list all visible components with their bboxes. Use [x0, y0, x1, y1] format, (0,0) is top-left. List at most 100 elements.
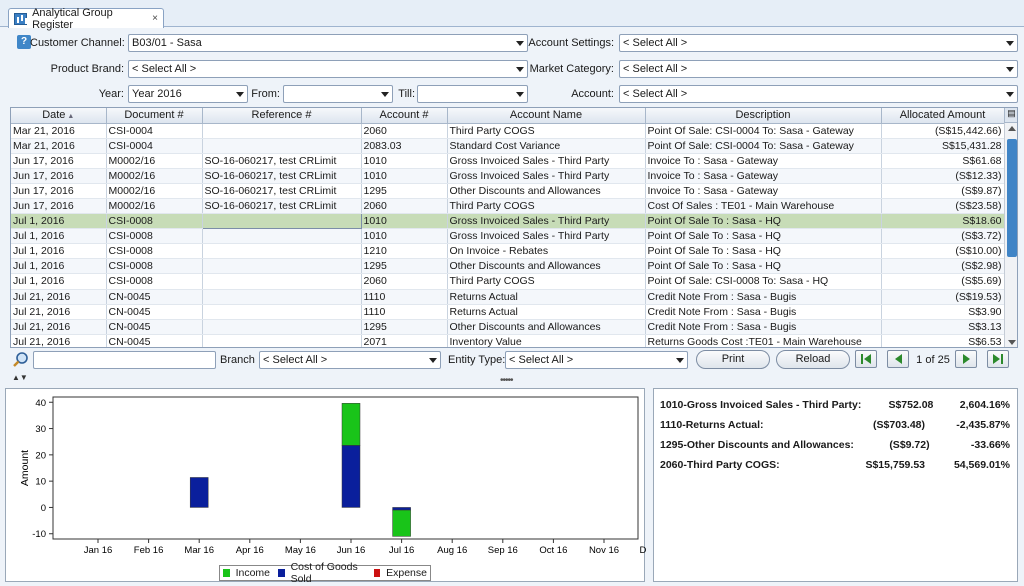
table-cell[interactable]: CN-0045	[106, 289, 203, 305]
reload-button[interactable]: Reload	[776, 350, 850, 369]
table-cell[interactable]: S$15,431.28	[881, 138, 1005, 154]
table-cell[interactable]	[202, 243, 362, 260]
branch-select[interactable]: < Select All >	[259, 351, 441, 369]
table-cell[interactable]: S$3.13	[881, 319, 1005, 335]
table-cell[interactable]	[201, 213, 362, 230]
table-cell[interactable]: Credit Note From : Sasa - Bugis	[645, 304, 882, 320]
table-cell[interactable]: (S$15,442.66)	[881, 123, 1005, 139]
table-cell[interactable]: 2071	[361, 334, 448, 347]
table-cell[interactable]: (S$9.87)	[881, 183, 1005, 199]
table-cell[interactable]: S$61.68	[881, 153, 1005, 169]
previous-page-button[interactable]	[887, 350, 909, 368]
table-cell[interactable]: Invoice To : Sasa - Gateway	[645, 183, 882, 199]
table-cell[interactable]: Gross Invoiced Sales - Third Party	[447, 168, 646, 184]
table-cell[interactable]: SO-16-060217, test CRLimit	[202, 198, 362, 215]
table-row[interactable]: Jul 1, 2016 CSI-0008 1210 On Invoice - Reba…	[11, 243, 1005, 260]
table-cell[interactable]	[202, 334, 362, 347]
table-cell[interactable]: Other Discounts and Allowances	[447, 319, 646, 335]
table-cell[interactable]: 2083.03	[361, 138, 448, 154]
table-cell[interactable]: Cost Of Sales : TE01 - Main Warehouse	[645, 198, 882, 215]
table-cell[interactable]: Returns Actual	[447, 304, 646, 320]
table-cell[interactable]: 1010	[361, 153, 448, 169]
table-cell[interactable]: Credit Note From : Sasa - Bugis	[645, 319, 882, 335]
column-header[interactable]: Account Name	[447, 108, 646, 124]
table-cell[interactable]: (S$10.00)	[881, 243, 1005, 260]
table-cell[interactable]: Point Of Sale To : Sasa - HQ	[645, 213, 882, 230]
table-cell[interactable]: CSI-0008	[106, 228, 203, 245]
column-header[interactable]: Document #	[106, 108, 203, 124]
table-cell[interactable]	[202, 319, 362, 335]
table-row[interactable]: Mar 21, 2016 CSI-0004 2060 Third Party COGS…	[11, 123, 1005, 139]
table-cell[interactable]: Mar 21, 2016	[11, 123, 107, 139]
table-cell[interactable]: Inventory Value	[447, 334, 646, 347]
table-cell[interactable]: (S$3.72)	[881, 228, 1005, 245]
table-row[interactable]: Jul 21, 2016 CN-0045 1295 Other Discounts a…	[11, 319, 1005, 335]
table-cell[interactable]: (S$19.53)	[881, 289, 1005, 305]
table-cell[interactable]: Jul 1, 2016	[11, 258, 107, 275]
table-cell[interactable]: Jul 1, 2016	[11, 213, 107, 230]
account-settings-select[interactable]: < Select All >	[619, 34, 1018, 52]
table-cell[interactable]: S$6.53	[881, 334, 1005, 347]
table-cell[interactable]: Invoice To : Sasa - Gateway	[645, 153, 882, 169]
table-cell[interactable]: 1295	[361, 183, 448, 199]
table-row[interactable]: Mar 21, 2016 CSI-0004 2083.03 Standard Cost…	[11, 138, 1005, 154]
entity-type-select[interactable]: < Select All >	[505, 351, 688, 369]
table-row[interactable]: Jul 21, 2016 CN-0045 1110 Returns Actual Cre…	[11, 304, 1005, 320]
table-cell[interactable]: M0002/16	[106, 153, 203, 169]
table-row[interactable]: Jul 1, 2016 CSI-0008 1010 Gross Invoiced Sa…	[11, 213, 1005, 230]
market-category-select[interactable]: < Select All >	[619, 60, 1018, 78]
table-cell[interactable]: Third Party COGS	[447, 123, 646, 139]
table-cell[interactable]: Jul 1, 2016	[11, 273, 107, 290]
search-icon[interactable]	[12, 351, 30, 369]
first-page-button[interactable]	[855, 350, 877, 368]
table-cell[interactable]	[202, 289, 362, 305]
table-cell[interactable]: (S$5.69)	[881, 273, 1005, 290]
table-cell[interactable]: CN-0045	[106, 304, 203, 320]
table-row[interactable]: Jul 21, 2016 CN-0045 1110 Returns Actual Cre…	[11, 289, 1005, 305]
column-header[interactable]: Description	[645, 108, 882, 124]
table-cell[interactable]: 2060	[361, 273, 448, 290]
table-cell[interactable]	[202, 304, 362, 320]
table-cell[interactable]: 2060	[361, 123, 448, 139]
table-cell[interactable]: SO-16-060217, test CRLimit	[202, 183, 362, 199]
column-header[interactable]: Date ▲	[11, 108, 107, 124]
table-cell[interactable]: Invoice To : Sasa - Gateway	[645, 168, 882, 184]
table-cell[interactable]: Mar 21, 2016	[11, 138, 107, 154]
table-cell[interactable]: Returns Actual	[447, 289, 646, 305]
scroll-up-icon[interactable]	[1008, 126, 1016, 131]
splitter-grip-icon[interactable]: •••••	[500, 375, 513, 386]
table-cell[interactable]: Jul 1, 2016	[11, 228, 107, 245]
column-header[interactable]: Reference #	[202, 108, 362, 124]
table-row[interactable]: Jun 17, 2016 M0002/16 SO-16-060217, test C…	[11, 153, 1005, 169]
table-cell[interactable]: Credit Note From : Sasa - Bugis	[645, 289, 882, 305]
table-cell[interactable]: Point Of Sale: CSI-0008 To: Sasa - HQ	[645, 273, 882, 290]
table-cell[interactable]: Jul 21, 2016	[11, 334, 107, 347]
table-cell[interactable]: 1210	[361, 243, 448, 260]
table-cell[interactable]: (S$12.33)	[881, 168, 1005, 184]
table-cell[interactable]: 2060	[361, 198, 448, 215]
table-row[interactable]: Jun 17, 2016 M0002/16 SO-16-060217, test C…	[11, 198, 1005, 215]
table-cell[interactable]: On Invoice - Rebates	[447, 243, 646, 260]
table-cell[interactable]: (S$23.58)	[881, 198, 1005, 215]
table-row[interactable]: Jul 1, 2016 CSI-0008 1295 Other Discounts a…	[11, 258, 1005, 275]
table-cell[interactable]: 1295	[361, 258, 448, 275]
column-header[interactable]: Account #	[361, 108, 448, 124]
scroll-thumb[interactable]	[1007, 139, 1017, 257]
table-cell[interactable]: 1010	[361, 213, 448, 230]
table-cell[interactable]: Gross Invoiced Sales - Third Party	[447, 213, 646, 230]
table-cell[interactable]: CSI-0008	[106, 243, 203, 260]
table-cell[interactable]: Gross Invoiced Sales - Third Party	[447, 153, 646, 169]
table-cell[interactable]: CSI-0004	[106, 138, 203, 154]
table-cell[interactable]: CSI-0008	[106, 213, 203, 230]
table-cell[interactable]: Jun 17, 2016	[11, 198, 107, 215]
table-cell[interactable]: SO-16-060217, test CRLimit	[202, 168, 362, 184]
column-header[interactable]: Allocated Amount	[881, 108, 1005, 124]
table-cell[interactable]: (S$2.98)	[881, 258, 1005, 275]
table-cell[interactable]: Jun 17, 2016	[11, 153, 107, 169]
table-cell[interactable]: Jun 17, 2016	[11, 183, 107, 199]
table-cell[interactable]: CSI-0008	[106, 273, 203, 290]
table-cell[interactable]: CN-0045	[106, 319, 203, 335]
table-row[interactable]: Jul 1, 2016 CSI-0008 1010 Gross Invoiced Sa…	[11, 228, 1005, 245]
table-cell[interactable]: M0002/16	[106, 183, 203, 199]
table-cell[interactable]: Jul 1, 2016	[11, 243, 107, 260]
